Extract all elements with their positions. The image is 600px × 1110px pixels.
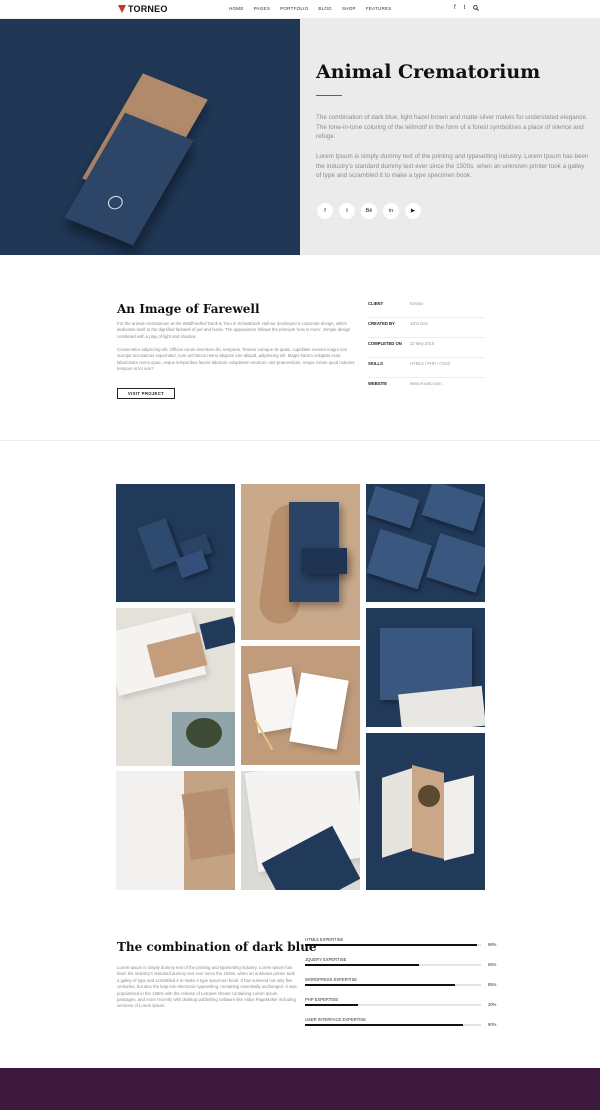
skill-percent: 90%: [488, 1022, 497, 1027]
info-value: John Doe: [410, 321, 428, 326]
skill-track: [305, 964, 481, 966]
info-row-completed-on: COMPLETED ON 22 May 2018: [368, 338, 484, 358]
gallery-image-3[interactable]: [366, 484, 485, 602]
project-title: An Image of Farewell: [117, 302, 260, 316]
twitter-icon[interactable]: t: [464, 5, 466, 13]
info-label: CREATED BY: [368, 321, 395, 326]
search-icon[interactable]: [473, 5, 480, 13]
gallery-image-7[interactable]: [116, 771, 235, 890]
skill-fill: [305, 1004, 358, 1006]
nav-icons: f t: [454, 5, 480, 13]
top-navbar: TORNEO HOME PAGES PORTFOLIO BLOG SHOP FE…: [0, 0, 600, 19]
info-value: HTML5 / PHP / CSS3: [410, 361, 451, 366]
skill-track: [305, 984, 481, 986]
skill-fill: [305, 1024, 464, 1026]
skill-percent: 85%: [488, 982, 497, 987]
hero-description: The combination of dark blue, light haze…: [316, 114, 588, 141]
hero-lorem: Lorem Ipsum is simply dummy text of the …: [316, 153, 589, 180]
info-row-skills: SKILLS HTML5 / PHP / CSS3: [368, 358, 484, 378]
facebook-icon[interactable]: f: [317, 203, 333, 219]
linkedin-icon[interactable]: in: [383, 203, 399, 219]
info-row-website: WEBSITE www.envato.com: [368, 378, 484, 398]
skill-label: HTML5 EXPERTISE: [305, 937, 344, 942]
main-menu: HOME PAGES PORTFOLIO BLOG SHOP FEATURES: [229, 6, 392, 11]
skill-percent: 98%: [488, 942, 497, 947]
skill-label: USER INTERFACE EXPERTISE: [305, 1017, 366, 1022]
menu-item-portfolio[interactable]: PORTFOLIO: [280, 6, 308, 11]
skill-percent: 65%: [488, 962, 497, 967]
gallery-image-2[interactable]: [241, 484, 360, 640]
hero-image: [0, 19, 300, 255]
menu-item-features[interactable]: FEATURES: [366, 6, 392, 11]
facebook-icon[interactable]: f: [454, 5, 456, 13]
info-value: 22 May 2018: [410, 341, 435, 346]
skill-track: [305, 1004, 481, 1006]
info-label: CLIENT: [368, 301, 384, 306]
gallery-image-8[interactable]: [241, 771, 360, 890]
skill-label: PHP EXPERTISE: [305, 997, 339, 1002]
skill-bar: HTML5 EXPERTISE 98%: [305, 937, 497, 955]
skill-bar: PHP EXPERTISE 30%: [305, 997, 497, 1015]
gallery-image-5[interactable]: [241, 646, 360, 765]
page-title: Animal Crematorium: [316, 61, 541, 83]
logo[interactable]: TORNEO: [118, 4, 168, 14]
project-description: For the animal crematorium at the Waldfr…: [117, 321, 351, 339]
section-divider: [0, 440, 600, 441]
behance-icon[interactable]: Bē: [361, 203, 377, 219]
info-label: WEBSITE: [368, 381, 388, 386]
visit-project-button[interactable]: VISIT PROJECT: [117, 388, 175, 399]
skill-track: [305, 944, 481, 946]
gallery-image-1[interactable]: [116, 484, 235, 602]
info-label: COMPLETED ON: [368, 341, 402, 346]
title-underline: [316, 95, 342, 96]
social-share: f t Bē in ▶: [317, 203, 421, 219]
project-description-2: Consectetur adipiscing elit. Officiar re…: [117, 347, 355, 371]
youtube-icon[interactable]: ▶: [405, 203, 421, 219]
twitter-icon[interactable]: t: [339, 203, 355, 219]
skill-label: JQUERY EXPERTISE: [305, 957, 347, 962]
skills-description: Lorem Ipsum is simply dummy text of the …: [117, 965, 297, 1009]
menu-item-blog[interactable]: BLOG: [318, 6, 332, 11]
skill-label: WORDPRESS EXPERTISE: [305, 977, 358, 982]
logo-mark-icon: [118, 5, 126, 13]
menu-item-pages[interactable]: PAGES: [254, 6, 271, 11]
skill-track: [305, 1024, 481, 1026]
footer: [0, 1068, 600, 1110]
skill-fill: [305, 944, 478, 946]
skills-title: The combination of dark blue: [117, 940, 317, 954]
skill-bar: WORDPRESS EXPERTISE 85%: [305, 977, 497, 995]
info-label: SKILLS: [368, 361, 383, 366]
menu-item-home[interactable]: HOME: [229, 6, 244, 11]
skill-fill: [305, 964, 420, 966]
skill-bar: JQUERY EXPERTISE 65%: [305, 957, 497, 975]
info-row-client: CLIENT Envato: [368, 298, 484, 318]
info-row-created-by: CREATED BY John Doe: [368, 318, 484, 338]
gallery-image-6[interactable]: [366, 608, 485, 727]
logo-text: TORNEO: [128, 4, 168, 14]
gallery-image-9[interactable]: [366, 733, 485, 890]
skill-bar: USER INTERFACE EXPERTISE 90%: [305, 1017, 497, 1035]
info-value: Envato: [410, 301, 424, 306]
gallery-image-4[interactable]: [116, 608, 235, 766]
info-value[interactable]: www.envato.com: [410, 381, 442, 386]
skill-percent: 30%: [488, 1002, 497, 1007]
menu-item-shop[interactable]: SHOP: [342, 6, 356, 11]
skill-fill: [305, 984, 455, 986]
